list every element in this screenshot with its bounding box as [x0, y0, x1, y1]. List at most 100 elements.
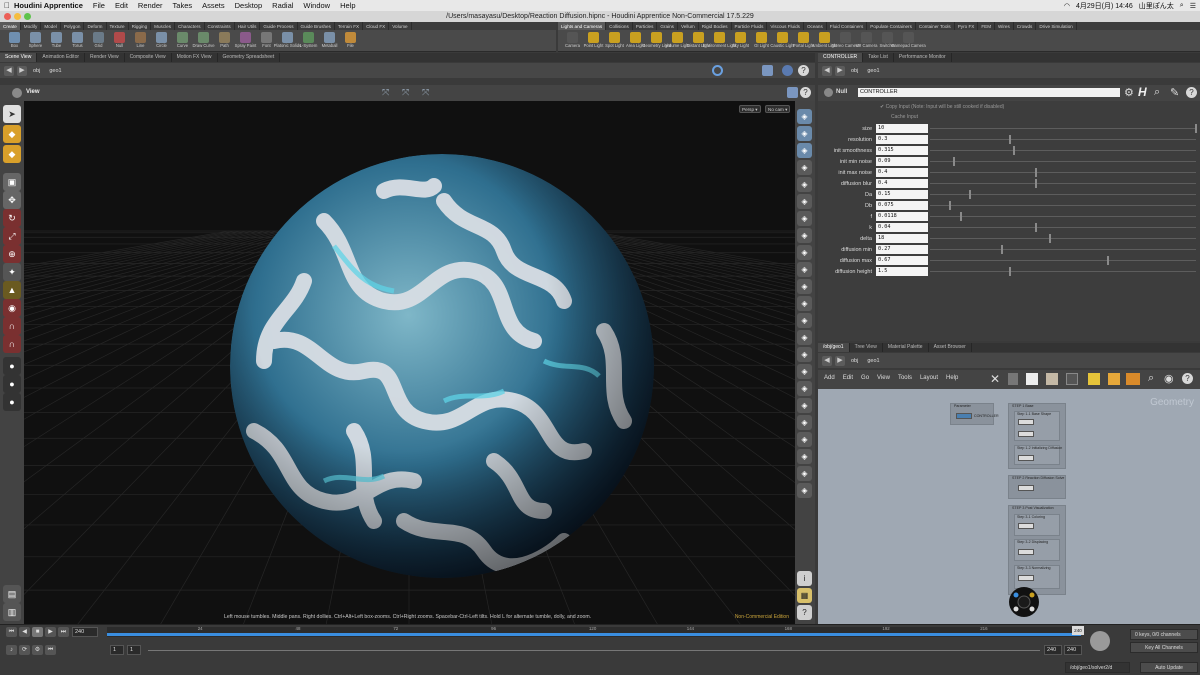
param-slider[interactable] — [930, 179, 1196, 188]
text-icon[interactable]: ◈ — [797, 449, 812, 464]
menu-window[interactable]: Window — [303, 1, 330, 10]
shelf-tool-null[interactable]: Null — [109, 30, 130, 52]
slider-knob[interactable] — [1008, 135, 1011, 144]
visibility-icon[interactable]: ◉ — [1164, 372, 1174, 385]
shelf-tool-gamepad-camera[interactable]: Gamepad Camera — [891, 30, 926, 52]
param-path-geo1[interactable]: geo1 — [864, 68, 882, 74]
camera-icon[interactable]: ◈ — [797, 245, 812, 260]
pose-tool-icon[interactable]: ✦ — [3, 263, 21, 281]
right-shelf-tab[interactable]: Pyro FX — [955, 22, 979, 30]
tab-composite-view[interactable]: Composite View — [125, 53, 172, 62]
range-start2-field[interactable]: 1 — [127, 645, 141, 655]
shelf-tool-l-system[interactable]: L-System — [298, 30, 319, 52]
left-shelf-tab[interactable]: Hair Utils — [235, 22, 261, 30]
normal-node[interactable] — [1018, 575, 1034, 581]
shelf-tool-circle[interactable]: Circle — [151, 30, 172, 52]
shelf-tool-spot-light[interactable]: Spot Light — [604, 30, 625, 52]
slider-knob[interactable] — [948, 201, 951, 210]
solver-node[interactable] — [1018, 485, 1034, 491]
param-path-obj[interactable]: obj — [848, 68, 861, 74]
note-icon[interactable] — [1088, 373, 1100, 385]
param-slider[interactable] — [930, 223, 1196, 232]
net-path-geo1[interactable]: geo1 — [864, 358, 882, 364]
sphere-node[interactable] — [1018, 419, 1034, 425]
lock-icon[interactable]: ▣ — [3, 173, 21, 191]
connect-icon[interactable]: ◈ — [797, 398, 812, 413]
range-slider[interactable] — [148, 650, 1040, 651]
param-slider[interactable] — [930, 201, 1196, 210]
view-options-icon[interactable] — [762, 65, 773, 76]
menu-list-icon[interactable]: ☰ — [1190, 2, 1196, 10]
move-tool-icon[interactable]: ✥ — [3, 191, 21, 209]
visualizer-icon[interactable]: ◈ — [797, 177, 812, 192]
param-slider[interactable] — [930, 168, 1196, 177]
slider-knob[interactable] — [1012, 146, 1015, 155]
network-menu-tools[interactable]: Tools — [898, 375, 912, 381]
param-value-field[interactable]: 1.5 — [876, 267, 928, 276]
viewport-help-icon[interactable]: ? — [800, 87, 811, 98]
help-icon[interactable]: ? — [798, 65, 809, 76]
slider-knob[interactable] — [968, 190, 971, 199]
app-menu[interactable]: Houdini Apprentice — [14, 1, 83, 10]
left-shelf-tab[interactable]: Model — [41, 22, 61, 30]
shelf-tool-gi-light[interactable]: GI Light — [751, 30, 772, 52]
minimize-window-icon[interactable] — [14, 13, 21, 20]
param-value-field[interactable]: 0.04 — [876, 223, 928, 232]
pin-icon[interactable] — [712, 65, 723, 76]
param-value-field[interactable]: 0.09 — [876, 157, 928, 166]
zoom-icon[interactable]: ◈ — [797, 194, 812, 209]
shelf-tool-tube[interactable]: Tube — [46, 30, 67, 52]
param-forward-icon[interactable]: ▶ — [835, 65, 845, 76]
controller-node[interactable] — [956, 413, 972, 419]
edit-icon[interactable]: ◈ — [797, 330, 812, 345]
param-pin-icon[interactable]: ✎ — [1170, 86, 1179, 99]
left-shelf-tab[interactable]: Guide Process — [260, 22, 298, 30]
play-icon[interactable]: ▶ — [45, 627, 56, 637]
wrench-icon[interactable]: ✕ — [990, 372, 1000, 386]
tab-scene-view[interactable]: Scene View — [0, 53, 38, 62]
user-name[interactable]: 山里ぽん太 — [1139, 1, 1174, 11]
shelf-tool-vr-camera[interactable]: VR Camera — [856, 30, 877, 52]
param-value-field[interactable]: 0.67 — [876, 256, 928, 265]
wireframe-icon[interactable]: ◈ — [797, 109, 812, 124]
right-shelf-tab[interactable]: Viscous Fluids — [767, 22, 804, 30]
network-menu-go[interactable]: Go — [861, 375, 869, 381]
param-help-icon[interactable]: ? — [1186, 87, 1197, 98]
param-slider[interactable] — [930, 190, 1196, 199]
timeline-settings-icon[interactable]: ⚙ — [32, 645, 43, 655]
spotlight-icon[interactable]: ⌕ — [1180, 2, 1184, 10]
right-shelf-tab[interactable]: Lights and Cameras — [558, 22, 607, 30]
tab-asset-browser[interactable]: Asset Browser — [929, 343, 972, 352]
network-menu-layout[interactable]: Layout — [920, 375, 938, 381]
realtime-icon[interactable]: ⟳ — [19, 645, 30, 655]
screenshot-icon[interactable]: ▤ — [3, 585, 21, 603]
slider-knob[interactable] — [960, 212, 963, 221]
slider-knob[interactable] — [1035, 179, 1038, 188]
snapshot-icon[interactable]: ◉ — [3, 299, 21, 317]
path-obj[interactable]: obj — [30, 68, 43, 74]
audio-icon[interactable]: ♪ — [6, 645, 17, 655]
left-shelf-tab[interactable]: Polygon — [61, 22, 85, 30]
slider-knob[interactable] — [1035, 223, 1038, 232]
back-icon[interactable]: ◀ — [4, 65, 14, 76]
shelf-tool-distant-light[interactable]: Distant Light — [687, 30, 710, 52]
shelf-tool-switcher[interactable]: Switcher — [877, 30, 898, 52]
shelf-tool-draw-curve[interactable]: Draw Curve — [192, 30, 215, 52]
shelf-tool-metaball[interactable]: Metaball — [319, 30, 340, 52]
param-slider[interactable] — [930, 146, 1196, 155]
shelf-tool-caustic-light[interactable]: Caustic Light — [770, 30, 795, 52]
location-icon[interactable]: ◈ — [797, 483, 812, 498]
param-slider[interactable] — [930, 124, 1197, 133]
tab-motion-fx-view[interactable]: Motion FX View — [172, 53, 218, 62]
menu-assets[interactable]: Assets — [202, 1, 225, 10]
param-slider[interactable] — [930, 212, 1196, 221]
cache-input-label[interactable]: Cache Input — [891, 114, 918, 120]
help-h-icon[interactable]: H — [1138, 85, 1147, 99]
shelf-tool-file[interactable]: File — [340, 30, 361, 52]
left-shelf-tab[interactable]: Deform — [84, 22, 107, 30]
right-shelf-tab[interactable]: Fluid Containers — [827, 22, 868, 30]
info-icon[interactable]: i — [797, 571, 812, 586]
left-shelf-tab[interactable]: Cloud FX — [363, 22, 390, 30]
zoom-window-icon[interactable] — [24, 13, 31, 20]
path-icon[interactable]: ◈ — [797, 347, 812, 362]
